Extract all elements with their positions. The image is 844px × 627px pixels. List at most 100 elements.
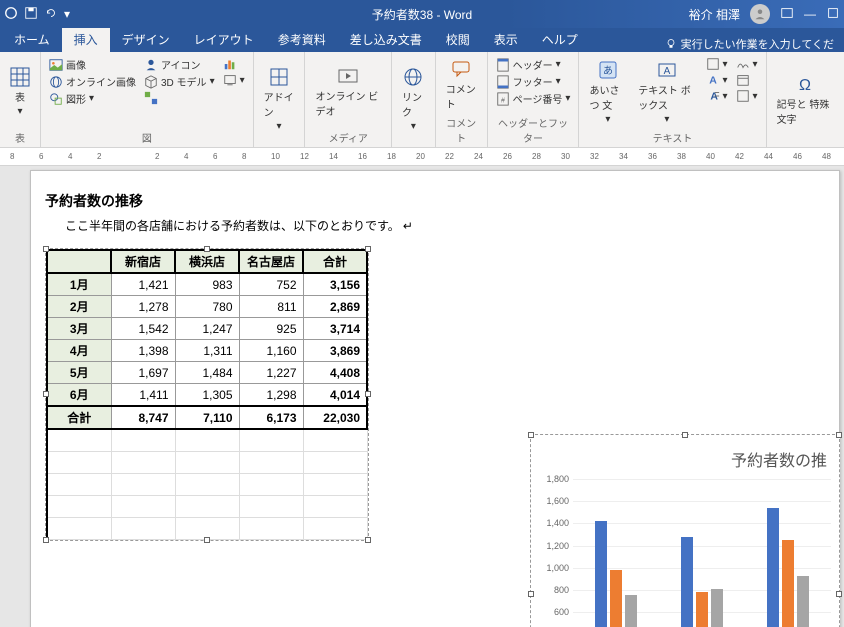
ribbon-group-links: リンク▾ xyxy=(392,52,436,147)
ribbon-group-media: オンライン ビデオ メディア xyxy=(305,52,392,147)
svg-text:A: A xyxy=(709,75,717,87)
object-button[interactable]: ▾ xyxy=(734,88,760,104)
ribbon-group-tables: 表▾ 表 xyxy=(0,52,41,147)
ribbon-group-addins: アドイン▾ xyxy=(254,52,306,147)
avatar[interactable] xyxy=(750,4,770,24)
ribbon-group-illustrations: 画像 オンライン画像 図形 ▾ アイコン 3D モデル ▾ ▾ 図 xyxy=(41,52,254,147)
ribbon-group-text: ああいさつ 文▾ Aテキスト ボックス▾ ▾ A ▾ A ▾ ▾ ▾ テキスト xyxy=(579,52,766,147)
minimize-icon[interactable]: — xyxy=(804,7,816,21)
header-button[interactable]: ヘッダー ▾ xyxy=(494,56,573,73)
icons-icon xyxy=(144,58,158,72)
paragraph[interactable]: ここ半年間の各店舗における予約者数は、以下のとおりです。 ↵ xyxy=(65,217,825,234)
pictures-button[interactable]: 画像 xyxy=(47,56,138,73)
tab-home[interactable]: ホーム xyxy=(2,27,62,52)
icons-button[interactable]: アイコン xyxy=(142,56,217,73)
textbox-button[interactable]: Aテキスト ボックス▾ xyxy=(634,56,699,128)
quickparts-button[interactable]: ▾ xyxy=(704,56,730,72)
embedded-chart[interactable]: 予約者数の推 02004006008001,0001,2001,4001,600… xyxy=(530,434,840,627)
group-label-tables: 表 xyxy=(6,128,34,147)
lightbulb-icon xyxy=(665,38,677,50)
screenshot-button[interactable]: ▾ xyxy=(221,72,247,88)
tab-references[interactable]: 参考資料 xyxy=(266,27,338,52)
chart-title: 予約者数の推 xyxy=(531,435,839,475)
maximize-icon[interactable] xyxy=(826,6,840,23)
data-table[interactable]: 新宿店横浜店名古屋店合計 1月1,4219837523,1562月1,27878… xyxy=(46,249,368,540)
screenshot-icon xyxy=(223,73,237,87)
group-label-illustrations: 図 xyxy=(47,128,247,147)
3d-models-button[interactable]: 3D モデル ▾ xyxy=(142,73,217,90)
table-row[interactable]: 2月1,2787808112,869 xyxy=(47,296,367,318)
chevron-down-icon: ▾ xyxy=(17,106,22,117)
ribbon-group-comments: コメント コメント xyxy=(436,52,488,147)
cube-icon xyxy=(144,75,158,89)
document-area: 予約者数の推移 ここ半年間の各店舗における予約者数は、以下のとおりです。 ↵ 新… xyxy=(0,166,844,627)
horizontal-ruler[interactable]: 8642246810121416182022242628303234363840… xyxy=(0,148,844,166)
video-icon xyxy=(338,66,358,86)
tab-view[interactable]: 表示 xyxy=(482,27,530,52)
insert-table-button[interactable]: 表▾ xyxy=(6,56,34,128)
tab-design[interactable]: デザイン xyxy=(110,27,182,52)
signature-button[interactable]: ▾ xyxy=(734,56,760,72)
title-bar: ▾ 予約者数38 - Word 裕介 相澤 — xyxy=(0,0,844,28)
tab-help[interactable]: ヘルプ xyxy=(530,27,590,52)
undo-icon[interactable] xyxy=(44,6,58,23)
shapes-button[interactable]: 図形 ▾ xyxy=(47,90,138,107)
greeting-button[interactable]: ああいさつ 文▾ xyxy=(585,56,630,128)
ribbon-group-headerfooter: ヘッダー ▾ フッター ▾ #ページ番号 ▾ ヘッダーとフッター xyxy=(488,52,580,147)
textbox-icon: A xyxy=(657,60,677,80)
table-row[interactable]: 3月1,5421,2479253,714 xyxy=(47,318,367,340)
tab-layout[interactable]: レイアウト xyxy=(182,27,266,52)
customize-qat-icon[interactable]: ▾ xyxy=(64,7,70,21)
page-number-button[interactable]: #ページ番号 ▾ xyxy=(494,90,573,107)
tab-insert[interactable]: 挿入 xyxy=(62,27,110,52)
group-label-comments: コメント xyxy=(442,113,481,147)
bar xyxy=(782,540,794,627)
table-row[interactable]: 5月1,6971,4841,2274,408 xyxy=(47,362,367,384)
datetime-button[interactable] xyxy=(734,72,760,88)
comment-icon xyxy=(451,59,471,79)
bar xyxy=(767,508,779,627)
save-icon[interactable] xyxy=(24,6,38,23)
heading[interactable]: 予約者数の推移 xyxy=(45,191,825,211)
shapes-icon xyxy=(49,92,63,106)
ribbon-display-icon[interactable] xyxy=(780,6,794,23)
table-row[interactable]: 4月1,3981,3111,1603,869 xyxy=(47,340,367,362)
online-pictures-button[interactable]: オンライン画像 xyxy=(47,73,138,90)
online-picture-icon xyxy=(49,75,63,89)
embedded-spreadsheet[interactable]: 新宿店横浜店名古屋店合計 1月1,4219837523,1562月1,27878… xyxy=(45,248,369,541)
window-title: 予約者数38 - Word xyxy=(372,6,472,23)
greeting-icon: あ xyxy=(598,60,618,80)
signature-icon xyxy=(736,57,750,71)
user-name[interactable]: 裕介 相澤 xyxy=(689,6,740,23)
chart-icon xyxy=(223,57,237,71)
smartart-icon xyxy=(144,91,158,105)
group-label-text: テキスト xyxy=(585,128,759,147)
smartart-button[interactable] xyxy=(142,90,217,106)
dropcap-button[interactable]: A ▾ xyxy=(704,88,730,104)
table-row[interactable]: 1月1,4219837523,156 xyxy=(47,273,367,296)
omega-icon: Ω xyxy=(795,74,815,94)
object-icon xyxy=(736,89,750,103)
pagenum-icon: # xyxy=(496,92,510,106)
chart-button[interactable] xyxy=(221,56,247,72)
chart-plot-area: 02004006008001,0001,2001,4001,6001,800 xyxy=(573,479,831,627)
comment-button[interactable]: コメント xyxy=(442,56,481,113)
picture-icon xyxy=(49,58,63,72)
bar xyxy=(610,570,622,627)
wordart-icon: A xyxy=(706,73,720,87)
tab-review[interactable]: 校閲 xyxy=(434,27,482,52)
online-video-button[interactable]: オンライン ビデオ xyxy=(311,56,385,128)
table-header: 横浜店 xyxy=(175,250,239,273)
addins-button[interactable]: アドイン▾ xyxy=(260,56,299,143)
autosave-icon[interactable] xyxy=(4,6,18,23)
tell-me-search[interactable]: 実行したい作業を入力してくだ xyxy=(665,36,844,52)
link-button[interactable]: リンク▾ xyxy=(398,56,429,143)
tab-mailings[interactable]: 差し込み文書 xyxy=(338,27,434,52)
table-row[interactable]: 6月1,4111,3051,2984,014 xyxy=(47,384,367,407)
bar xyxy=(681,537,693,627)
symbol-button[interactable]: Ω記号と 特殊文字 xyxy=(773,56,838,143)
footer-button[interactable]: フッター ▾ xyxy=(494,73,573,90)
wordart-button[interactable]: A ▾ xyxy=(704,72,730,88)
footer-icon xyxy=(496,75,510,89)
table-icon xyxy=(10,67,30,87)
